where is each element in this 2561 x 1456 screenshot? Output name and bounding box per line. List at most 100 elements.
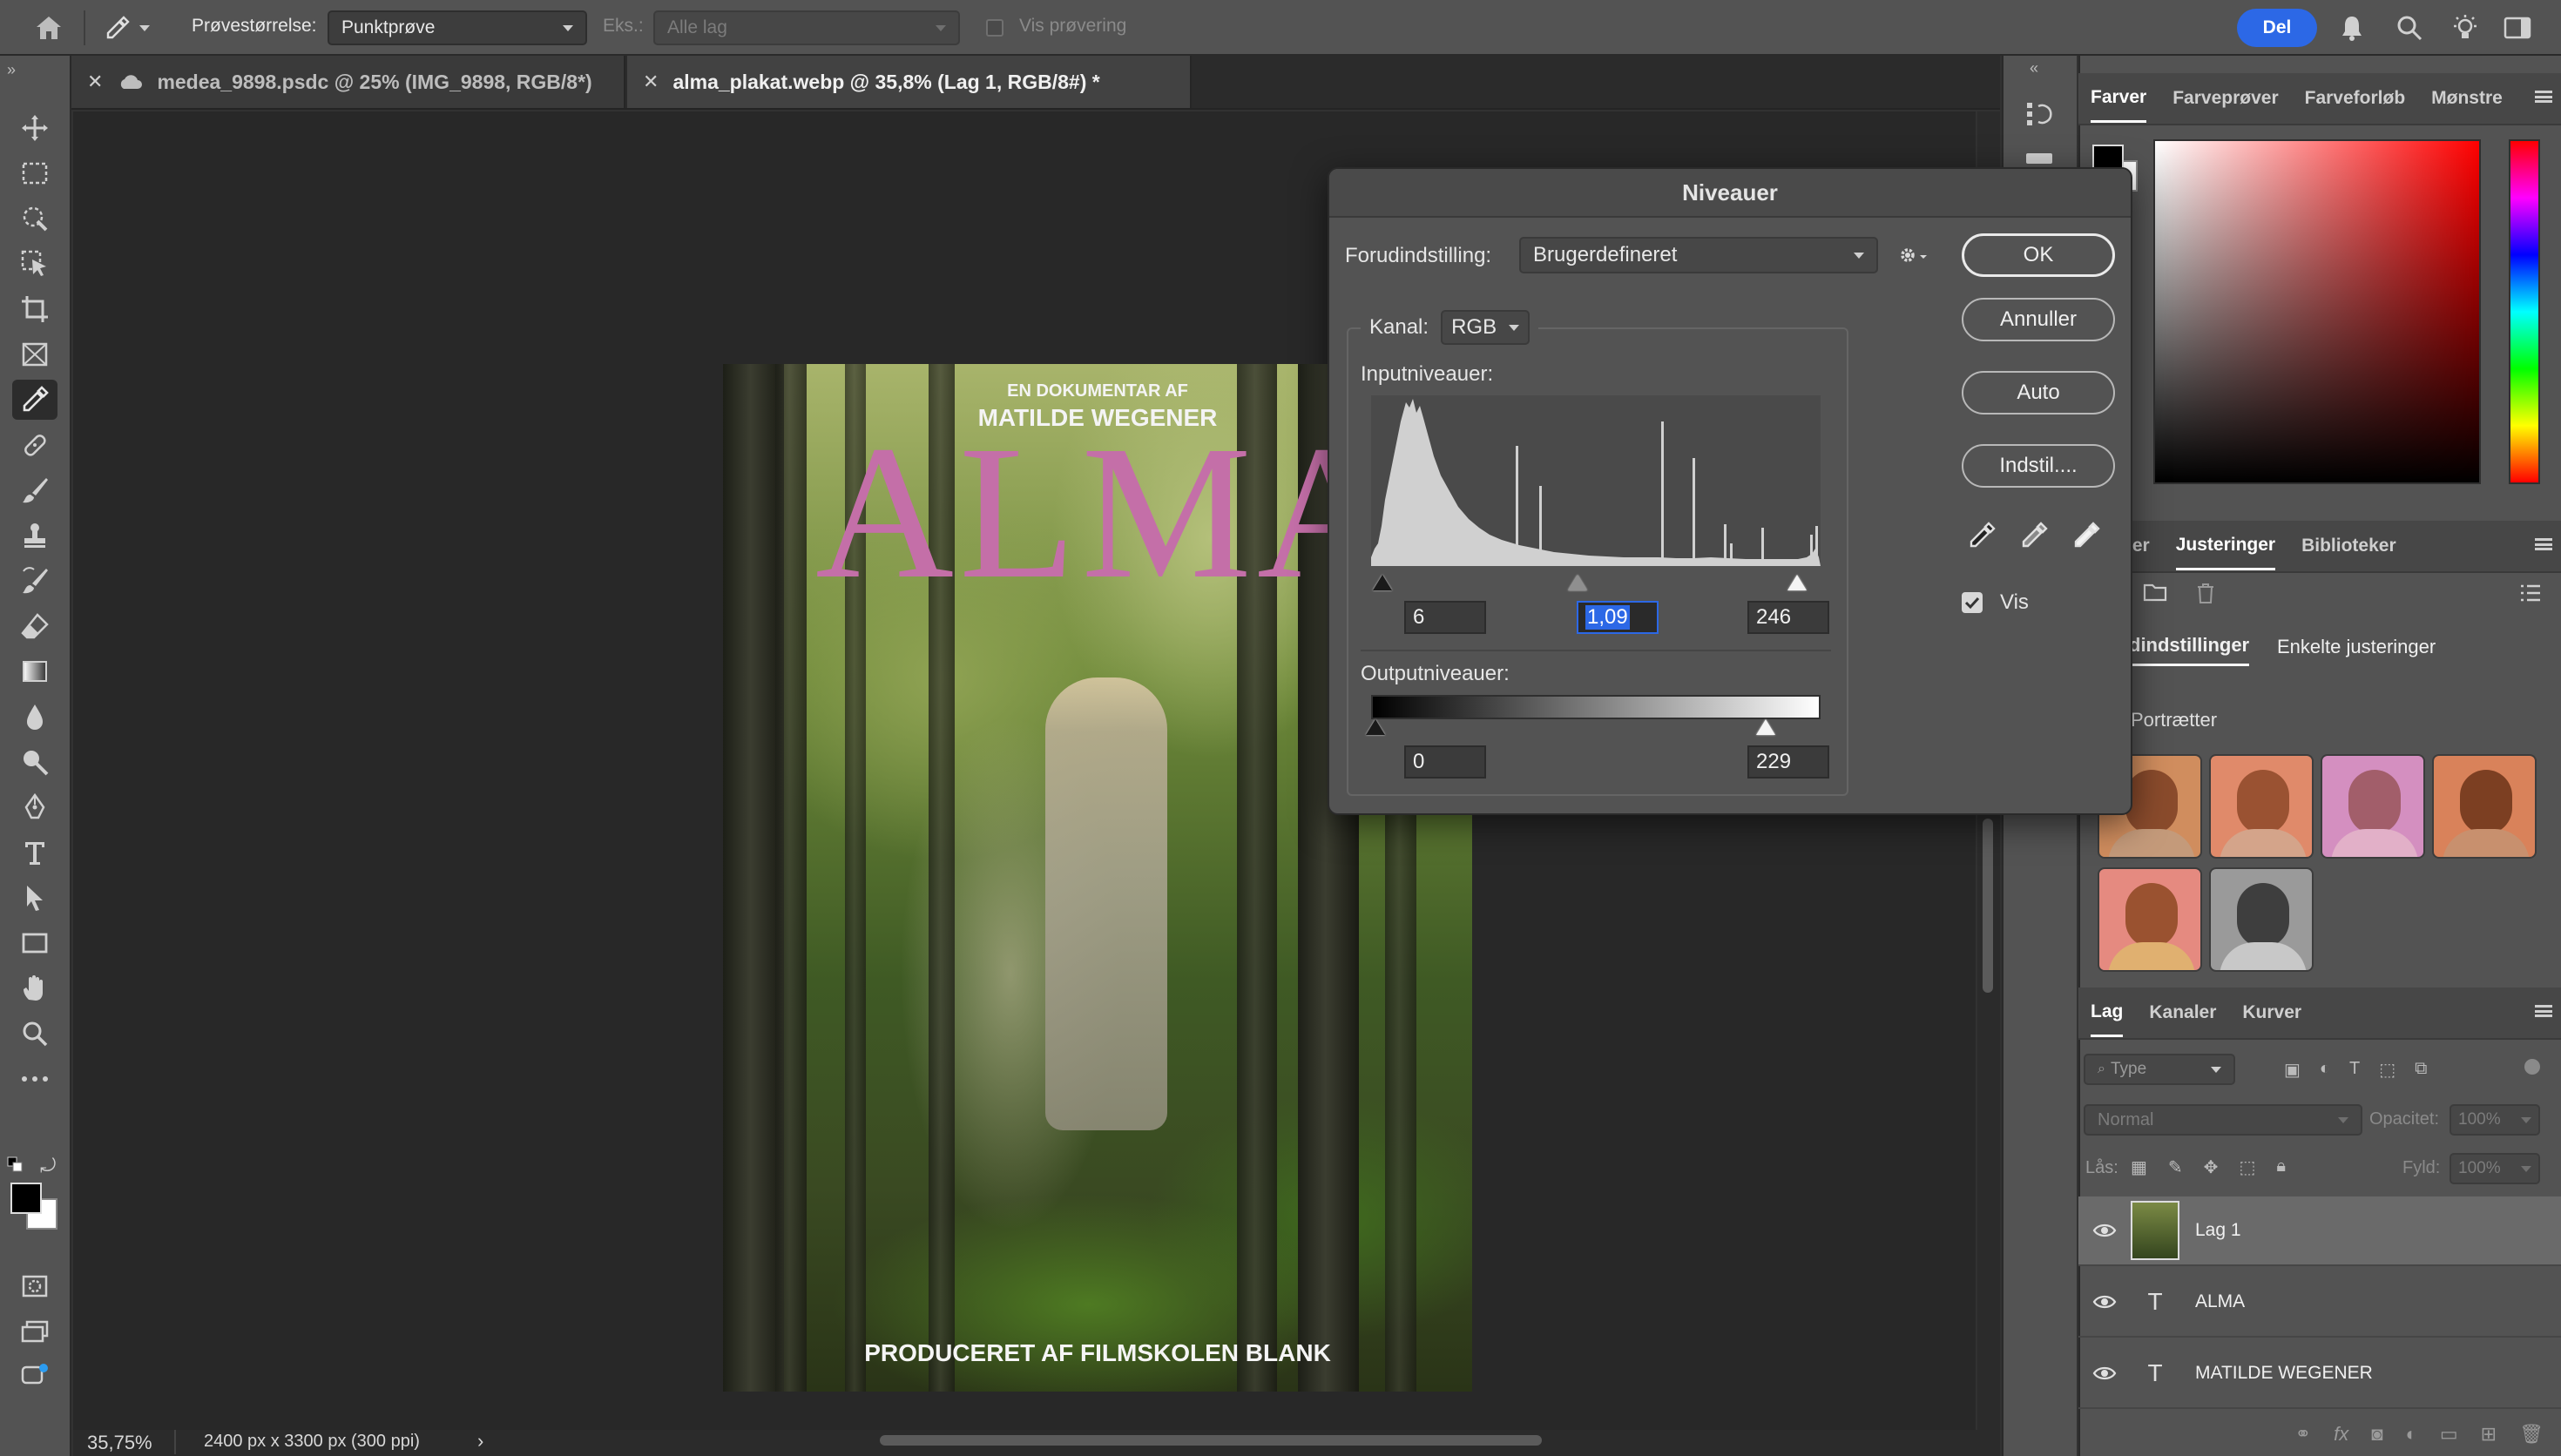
folder-button[interactable] [2143,582,2167,607]
lock-transparency-icon[interactable]: ▦ [2131,1156,2147,1178]
panel-menu-icon[interactable] [2535,1005,2552,1017]
delete-button[interactable] [2195,582,2216,609]
ok-button[interactable]: OK [1962,233,2115,277]
object-select-tool[interactable] [12,244,57,284]
history-brush-tool[interactable] [12,561,57,601]
shape-filter-icon[interactable]: ⬚ [2379,1059,2395,1081]
preset-thumbnail[interactable] [2209,754,2314,859]
link-icon[interactable]: ⚭ [2295,1423,2311,1446]
preset-thumbnail[interactable] [2098,867,2202,972]
lock-pixels-icon[interactable]: ✎ [2168,1156,2183,1178]
chevron-right-icon[interactable]: › [477,1430,483,1453]
preset-select[interactable]: Brugerdefineret [1519,237,1878,273]
visibility-toggle[interactable] [2078,1223,2131,1238]
tab-medea[interactable]: ✕ medea_9898.psdc @ 25% (IMG_9898, RGB/8… [71,56,625,108]
show-ring-checkbox[interactable] [986,19,1003,37]
opacity-field[interactable]: 100% [2450,1104,2540,1136]
close-icon[interactable]: ✕ [87,71,103,93]
eyedropper-tool[interactable] [12,380,57,420]
clone-stamp-tool[interactable] [12,516,57,556]
visibility-toggle[interactable] [2078,1365,2131,1381]
notifications-button[interactable] [2335,10,2369,45]
gradient-tool[interactable] [12,651,57,691]
generative-button[interactable] [12,1357,57,1397]
options-button[interactable]: Indstil.... [1962,444,2115,488]
tab-farveprover[interactable]: Farveprøver [2172,76,2278,121]
marquee-tool[interactable] [12,153,57,193]
color-picker-field[interactable] [2153,139,2481,484]
swap-colors-icon[interactable]: ⤾ [40,1155,56,1177]
expand-toolbar-icon[interactable]: » [7,61,16,79]
panel-menu-icon[interactable] [2535,538,2552,550]
output-white-slider[interactable] [1756,719,1775,735]
filter-toggle-icon[interactable] [2524,1059,2540,1075]
preset-thumbnail[interactable] [2432,754,2537,859]
share-button[interactable]: Del [2237,9,2317,47]
crop-tool[interactable] [12,289,57,329]
pen-tool[interactable] [12,787,57,827]
tab-justeringer[interactable]: Justeringer [2175,522,2276,570]
group-icon[interactable]: ▭ [2440,1423,2458,1446]
collapse-icon[interactable]: « [2030,59,2038,78]
input-white-field[interactable]: 246 [1747,601,1829,634]
properties-icon[interactable] [2026,153,2052,164]
layer-name[interactable]: MATILDE WEGENER [2195,1363,2373,1384]
input-black-slider[interactable] [1373,575,1392,590]
black-point-eyedropper[interactable] [1967,521,1997,555]
dodge-tool[interactable] [12,742,57,782]
mask-icon[interactable]: ◙ [2371,1423,2382,1446]
hue-slider[interactable] [2509,139,2540,484]
new-layer-icon[interactable]: ⊞ [2481,1423,2497,1446]
preset-thumbnail[interactable] [2209,867,2314,972]
foreground-color-swatch-top[interactable] [10,1183,42,1214]
input-white-slider[interactable] [1787,575,1807,590]
frame-tool[interactable] [12,334,57,374]
search-button[interactable] [2392,10,2427,45]
layer-name[interactable]: Lag 1 [2195,1220,2241,1241]
list-view-button[interactable] [2519,583,2542,607]
lock-position-icon[interactable]: ✥ [2204,1156,2219,1178]
blur-tool[interactable] [12,697,57,737]
zoom-tool[interactable] [12,1014,57,1054]
visibility-toggle[interactable] [2078,1294,2131,1310]
type-filter-icon[interactable]: T [2349,1059,2360,1081]
layer-row[interactable]: T MATILDE WEGENER [2078,1339,2561,1409]
preview-checkbox[interactable] [1962,592,1983,613]
layer-row[interactable]: T ALMA [2078,1268,2561,1338]
layer-row[interactable]: Lag 1 [2078,1196,2561,1266]
output-black-slider[interactable] [1366,719,1385,735]
sample-size-select[interactable]: Punktprøve [328,10,587,45]
smartobject-filter-icon[interactable]: ⧉ [2415,1059,2427,1081]
hand-tool[interactable] [12,968,57,1008]
history-panel-button[interactable] [2023,98,2056,135]
healing-brush-tool[interactable] [12,425,57,465]
input-gamma-slider[interactable] [1568,575,1587,590]
image-filter-icon[interactable]: ▣ [2284,1059,2301,1081]
dialog-title[interactable]: Niveauer [1329,169,2131,218]
discover-button[interactable] [2448,10,2483,45]
input-gamma-field[interactable]: 1,09 [1577,601,1659,634]
gray-point-eyedropper[interactable] [2019,521,2049,555]
auto-button[interactable]: Auto [1962,371,2115,415]
subtab-presets[interactable]: dindstillinger [2129,634,2250,666]
tab-biblioteker[interactable]: Biblioteker [2301,523,2396,569]
tool-preset-picker[interactable] [96,9,172,47]
tab-kanaler[interactable]: Kanaler [2149,990,2216,1035]
layer-filter-select[interactable]: ⌕ Type [2084,1054,2235,1085]
preset-options-button[interactable] [1895,242,1930,273]
panel-menu-icon[interactable] [2535,91,2552,103]
rectangle-tool[interactable] [12,923,57,963]
fx-icon[interactable]: fx [2334,1423,2348,1446]
close-icon[interactable]: ✕ [643,71,659,93]
output-white-field[interactable]: 229 [1747,745,1829,779]
tab-lag[interactable]: Lag [2091,989,2124,1037]
workspace-button[interactable] [2500,10,2535,45]
screen-mode-button[interactable] [12,1311,57,1352]
tab-monstre[interactable]: Mønstre [2431,76,2503,121]
adjustment-filter-icon[interactable]: ◐ [2320,1059,2330,1081]
horizontal-scroll-thumb[interactable] [880,1435,1542,1446]
brush-tool[interactable] [12,470,57,510]
vertical-scroll-thumb[interactable] [1983,819,1993,993]
blend-mode-select[interactable]: Normal [2084,1104,2362,1136]
input-black-field[interactable]: 6 [1404,601,1486,634]
